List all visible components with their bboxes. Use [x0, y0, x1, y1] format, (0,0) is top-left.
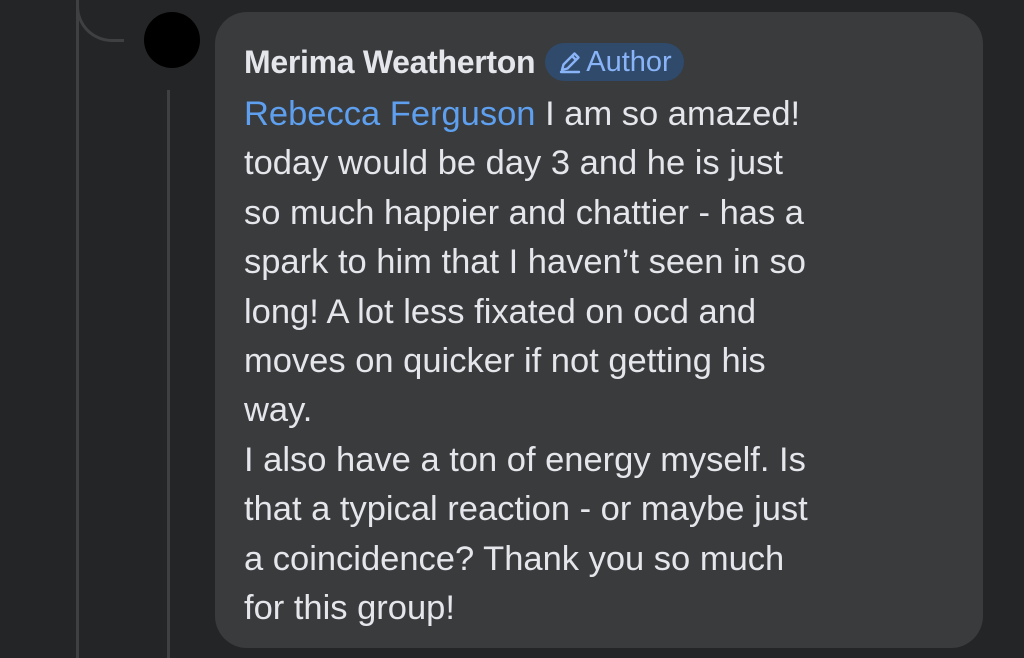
mention-link[interactable]: Rebecca Ferguson [244, 95, 536, 133]
comment-bubble: Merima Weatherton Author Rebecca Ferguso… [215, 12, 983, 648]
pencil-icon [557, 49, 583, 75]
author-badge: Author [545, 43, 684, 81]
author-name[interactable]: Merima Weatherton [244, 44, 536, 81]
thread-line-parent [76, 0, 79, 658]
thread-line-reply [167, 90, 170, 658]
author-badge-label: Author [586, 45, 672, 78]
thread-connector [76, 0, 124, 42]
comment-header: Merima Weatherton Author [244, 40, 959, 84]
comment-message: I am so amazed! today would be day 3 and… [244, 95, 808, 628]
comment-text: Rebecca Ferguson I am so amazed! today w… [244, 90, 959, 633]
avatar[interactable] [144, 12, 200, 68]
